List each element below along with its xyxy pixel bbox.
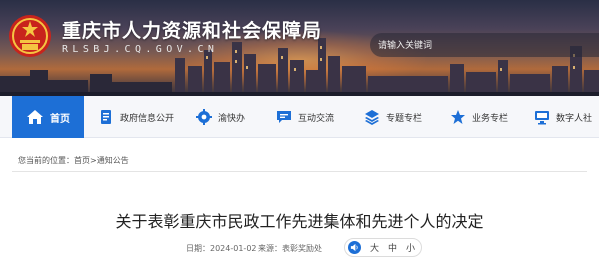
speaker-icon[interactable] (348, 241, 361, 254)
nav-item-home[interactable]: 首页 (12, 96, 84, 138)
nav-item-label: 数字人社 (556, 113, 593, 124)
breadcrumb-prefix: 您当前的位置： (18, 155, 74, 165)
star-icon (451, 110, 465, 124)
font-size-control: 大 中 小 (344, 238, 422, 257)
date-label: 日期： (186, 244, 210, 253)
breadcrumb-link-home[interactable]: 首页 (74, 155, 90, 166)
breadcrumb-link-notices[interactable]: 通知公告 (97, 155, 129, 166)
nav-item-label: 首页 (50, 113, 70, 125)
header-banner: 重庆市人力资源和社会保障局 RLSBJ.CQ.GOV.CN (0, 0, 599, 96)
gear-icon (196, 109, 212, 125)
breadcrumb-separator: > (90, 155, 97, 165)
home-icon (27, 110, 43, 124)
divider (12, 171, 587, 172)
speaker-glyph (350, 243, 358, 252)
search-input[interactable] (378, 33, 588, 57)
font-size-small-button[interactable]: 小 (406, 241, 415, 254)
chat-icon (277, 111, 291, 123)
nav-item-interaction[interactable]: 互动交流 (276, 96, 334, 138)
date-value: 2024-01-02 (210, 244, 257, 253)
nav-item-label: 专题专栏 (386, 113, 423, 124)
site-domain: RLSBJ.CQ.GOV.CN (62, 44, 219, 55)
nav-item-yukuaiban[interactable]: 渝快办 (196, 96, 245, 138)
document-icon (101, 110, 111, 124)
main-nav: 首页 政府信息公开 渝快办 互动交流 专题专栏 业务专栏 数字人社 (0, 96, 599, 138)
nav-item-label: 政府信息公开 (120, 113, 175, 124)
search-box (370, 33, 599, 57)
font-size-large-button[interactable]: 大 (370, 241, 379, 254)
article-title: 关于表彰重庆市民政工作先进集体和先进个人的决定 (115, 212, 484, 231)
government-emblem-icon (9, 15, 51, 57)
nav-item-label: 互动交流 (298, 113, 335, 124)
nav-item-business[interactable]: 业务专栏 (450, 96, 508, 138)
nav-item-digital[interactable]: 数字人社 (534, 96, 592, 138)
article-source: 来源：表彰奖励处 (258, 243, 322, 254)
article-date: 日期：2024-01-02 (186, 243, 257, 254)
site-title: 重庆市人力资源和社会保障局 (62, 20, 323, 42)
nav-item-gov-info[interactable]: 政府信息公开 (98, 96, 174, 138)
font-size-medium-button[interactable]: 中 (388, 241, 397, 254)
layers-icon (365, 110, 379, 125)
breadcrumb: 您当前的位置： 首页 > 通知公告 (18, 152, 129, 168)
nav-item-special-topics[interactable]: 专题专栏 (364, 96, 422, 138)
source-label: 来源： (258, 244, 282, 253)
computer-icon (535, 111, 549, 125)
source-value: 表彰奖励处 (282, 244, 322, 253)
nav-item-label: 业务专栏 (472, 113, 509, 124)
nav-item-label: 渝快办 (218, 113, 246, 124)
